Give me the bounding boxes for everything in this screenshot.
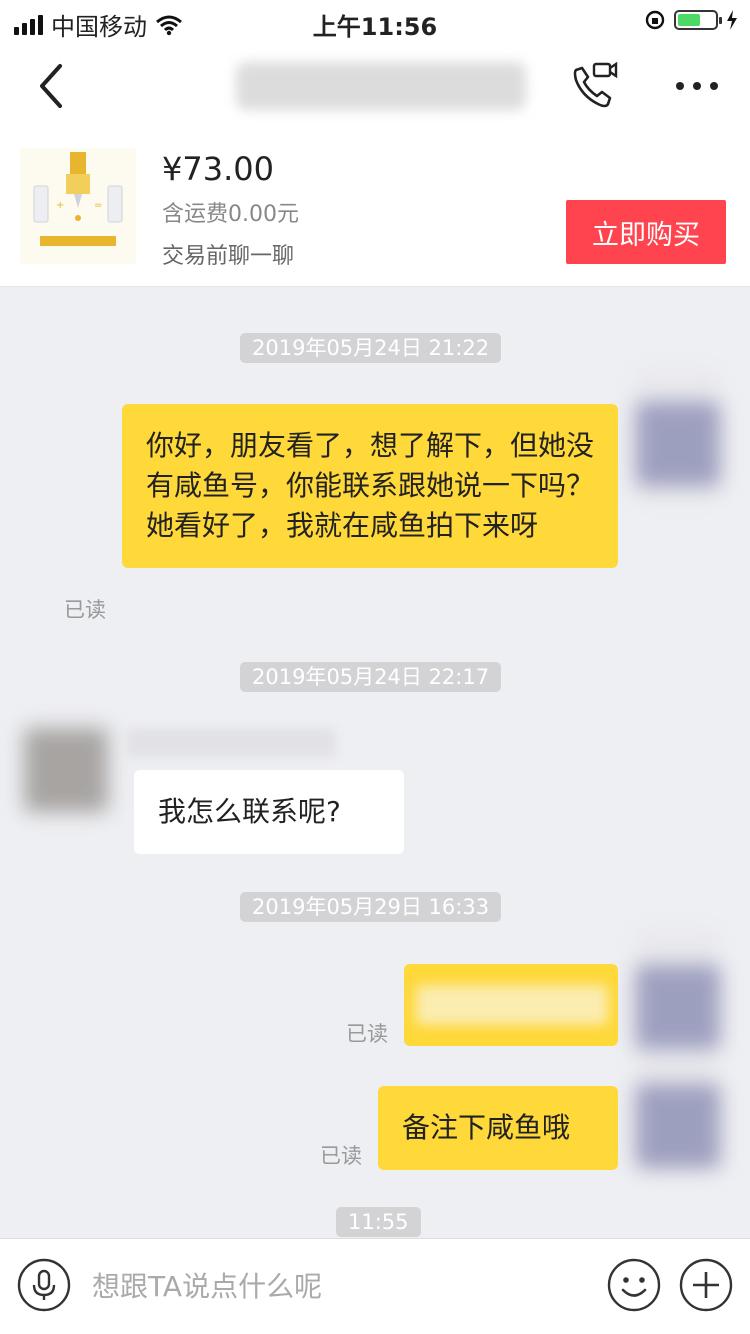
- product-thumbnail[interactable]: + =: [20, 148, 136, 264]
- seller-avatar[interactable]: [24, 728, 108, 812]
- timestamp: 2019年05月24日 21:22: [240, 333, 502, 363]
- status-right: [644, 9, 738, 31]
- emoji-icon[interactable]: [606, 1257, 662, 1313]
- microphone-icon[interactable]: [16, 1257, 72, 1313]
- charging-icon: [727, 10, 737, 30]
- timestamp: 11:55: [336, 1207, 421, 1237]
- my-avatar[interactable]: [636, 1084, 720, 1168]
- plus-icon[interactable]: [678, 1257, 734, 1313]
- product-card[interactable]: + = ¥73.00 含运费0.00元 交易前聊一聊 立即购买: [0, 128, 750, 287]
- shipping-fee: 含运费0.00元: [162, 202, 299, 227]
- my-message-bubble[interactable]: 你好，朋友看了，想了解下，但她没有咸鱼号，你能联系跟她说一下吗？她看好了，我就在…: [122, 404, 618, 568]
- svg-text:=: =: [94, 200, 102, 211]
- read-receipt: 已读: [320, 1144, 362, 1168]
- back-chevron-icon[interactable]: [30, 58, 80, 114]
- phone-video-icon[interactable]: [566, 58, 622, 114]
- battery-icon: [674, 10, 722, 30]
- seller-name-blurred: [126, 728, 336, 758]
- read-receipt: 已读: [346, 1022, 388, 1046]
- my-avatar[interactable]: [636, 402, 720, 486]
- chat-before-trade-note: 交易前聊一聊: [162, 244, 295, 269]
- timestamp: 2019年05月24日 22:17: [240, 662, 502, 692]
- status-bar: 中国移动 上午11:56: [0, 0, 750, 44]
- nav-bar: [0, 44, 750, 128]
- buy-now-button[interactable]: 立即购买: [566, 200, 726, 264]
- my-message-bubble[interactable]: 备注下咸鱼哦: [378, 1086, 618, 1170]
- timestamp: 2019年05月29日 16:33: [240, 892, 502, 922]
- svg-text:+: +: [56, 200, 64, 211]
- contact-name-blurred: [236, 62, 526, 110]
- my-avatar[interactable]: [636, 965, 720, 1049]
- blurred-message-content: [416, 985, 608, 1025]
- message-input[interactable]: [90, 1259, 574, 1313]
- status-time: 上午11:56: [312, 13, 438, 41]
- seller-message-bubble[interactable]: 我怎么联系呢?: [134, 770, 404, 854]
- product-price: ¥73.00: [162, 150, 274, 188]
- input-bar: [0, 1238, 750, 1334]
- orientation-lock-icon: [645, 10, 665, 30]
- more-dots-icon[interactable]: [672, 74, 722, 98]
- read-receipt: 已读: [64, 598, 106, 622]
